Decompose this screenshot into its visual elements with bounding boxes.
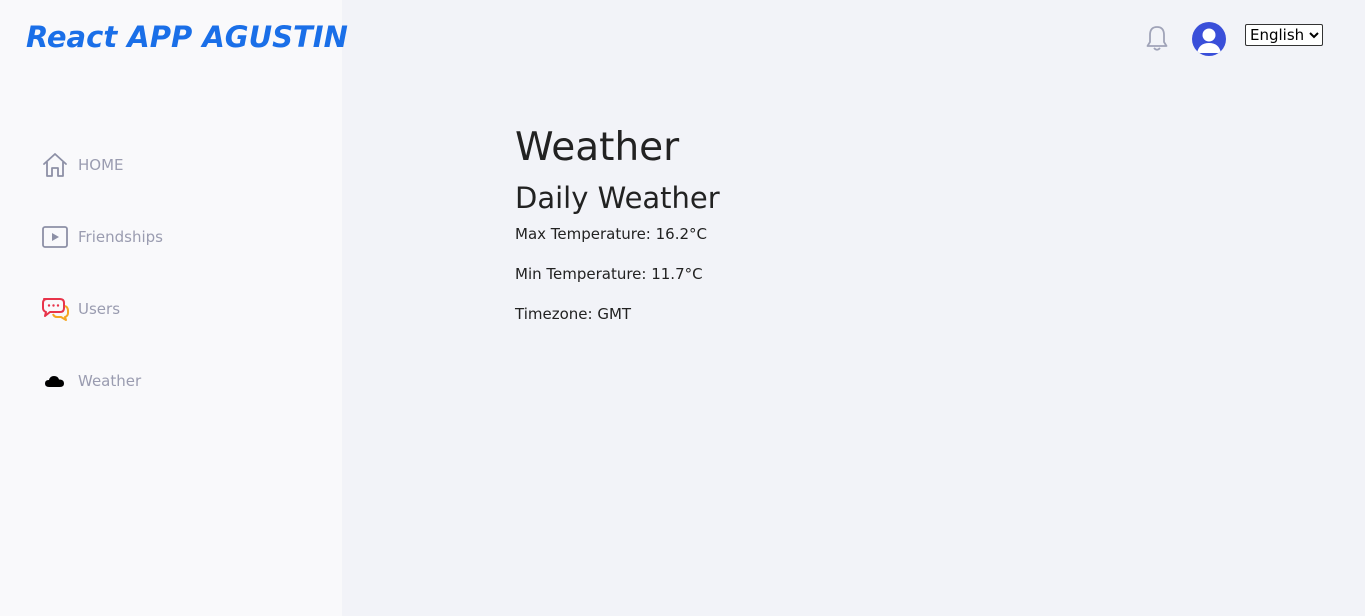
chat-bubbles-icon [40, 294, 70, 324]
sidebar-item-label: HOME [78, 156, 124, 174]
sidebar-item-label: Users [78, 300, 121, 318]
app-title: React APP AGUSTIN [26, 20, 348, 54]
sidebar-item-label: Friendships [78, 228, 163, 246]
bell-icon[interactable] [1144, 24, 1170, 52]
play-icon [40, 222, 70, 252]
language-select[interactable]: English [1245, 24, 1323, 46]
sidebar: React APP AGUSTIN HOME Friendships Users… [0, 0, 348, 616]
min-temperature: Min Temperature: 11.7°C [515, 265, 703, 283]
sidebar-item-weather[interactable]: Weather [40, 366, 141, 396]
section-title: Daily Weather [515, 181, 720, 215]
sidebar-item-users[interactable]: Users [40, 294, 120, 324]
page-title: Weather [515, 125, 680, 170]
max-temperature: Max Temperature: 16.2°C [515, 225, 707, 243]
main-content: Weather Daily Weather Max Temperature: 1… [515, 122, 720, 324]
timezone: Timezone: GMT [515, 305, 632, 323]
sidebar-item-home[interactable]: HOME [40, 150, 124, 180]
home-icon [40, 150, 70, 180]
sidebar-item-friendships[interactable]: Friendships [40, 222, 163, 252]
user-avatar-icon[interactable] [1192, 22, 1226, 56]
sidebar-item-label: Weather [78, 372, 142, 390]
cloud-icon [40, 366, 70, 396]
